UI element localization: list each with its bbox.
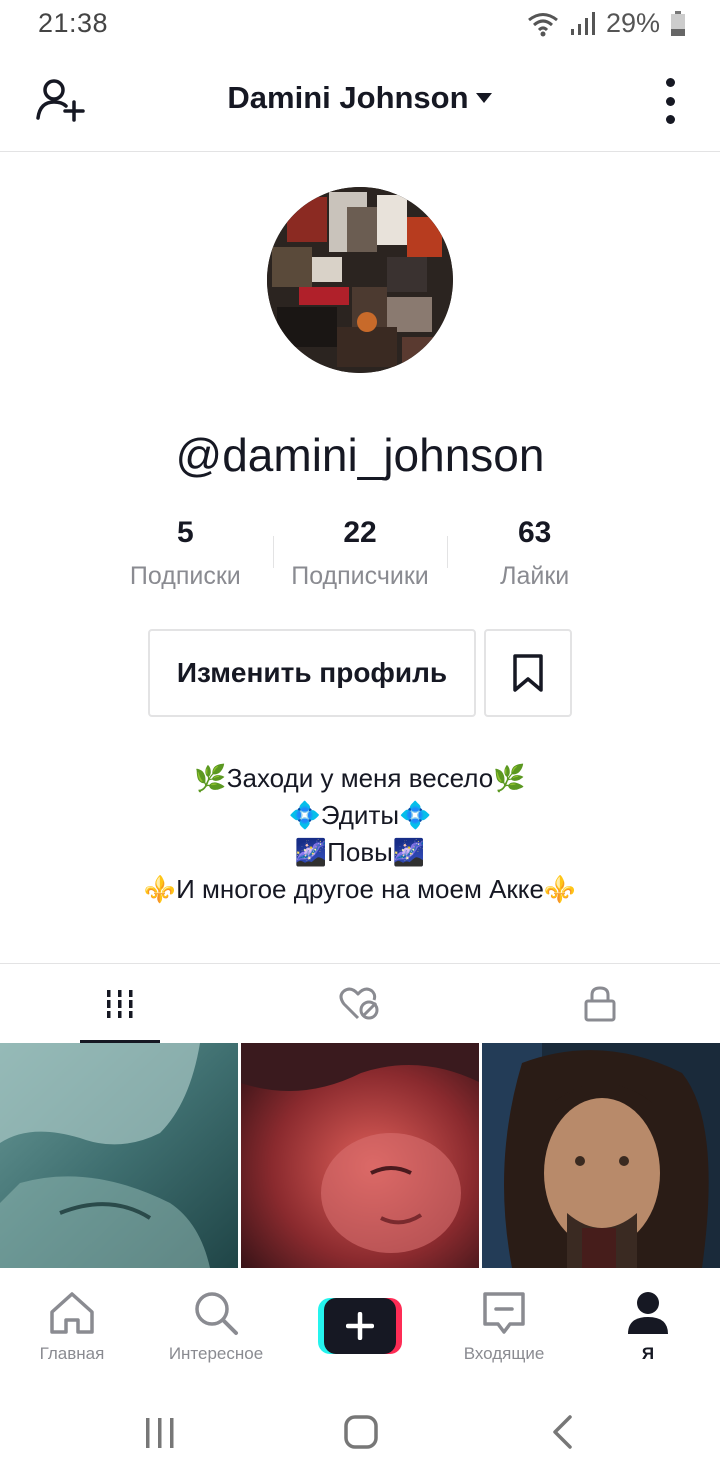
bookmark-icon [513,654,543,692]
recent-apps-icon[interactable] [144,1416,176,1450]
stat-following[interactable]: 5 Подписки [98,510,273,600]
followers-count: 22 [343,516,377,549]
bottom-nav: Главная Интересное Входящие Я [0,1268,720,1378]
bio-line: 🌿Заходи у меня весело🌿 [194,763,526,793]
home-icon [50,1292,94,1334]
following-label: Подписки [129,562,241,590]
profile-stats: 5 Подписки 22 Подписчики 63 Лайки [98,510,622,600]
battery-percent: 29% [605,8,660,38]
likes-count: 63 [517,516,552,549]
page-title: Damini Johnson [227,80,469,115]
account-switcher[interactable]: Damini Johnson [0,80,720,116]
signal-icon [570,11,595,35]
back-icon[interactable] [550,1414,574,1450]
bio: 🌿Заходи у меня весело🌿 💠Эдиты💠 🌌Повы🌌 ⚜️… [0,760,720,908]
stat-followers[interactable]: 22 Подписчики [272,510,448,600]
bookmarks-button[interactable] [484,629,572,717]
avatar[interactable] [267,187,453,373]
likes-label: Лайки [500,562,570,590]
liked-hidden-icon [339,987,379,1019]
nav-create[interactable] [288,1268,432,1378]
create-button[interactable] [318,1298,402,1354]
nav-home-label: Главная [39,1344,105,1363]
video-grid [0,1043,720,1268]
bio-line: ⚜️И многое другое на моем Акке⚜️ [143,874,577,904]
video-thumbnail[interactable] [0,1043,238,1268]
system-nav-bar [0,1378,720,1480]
tab-liked[interactable] [240,964,480,1043]
grid-icon [107,989,133,1018]
battery-icon [671,10,685,36]
profile-icon [628,1292,668,1334]
caret-down-icon [475,93,492,103]
home-button-icon[interactable] [343,1414,379,1450]
search-icon [195,1292,238,1335]
tab-videos[interactable] [0,964,240,1043]
nav-me-label: Я [641,1344,655,1363]
bio-line: 🌌Повы🌌 [294,837,426,867]
status-icons: 29% [526,8,686,39]
lock-icon [584,985,616,1021]
status-bar: 21:38 29% [0,0,720,50]
video-thumbnail[interactable] [482,1043,720,1268]
status-time: 21:38 [38,8,109,38]
nav-home[interactable]: Главная [0,1268,144,1378]
wifi-icon [528,12,558,36]
more-vertical-icon[interactable] [658,78,682,124]
content-tabs [0,963,720,1043]
followers-label: Подписчики [291,562,429,590]
nav-inbox[interactable]: Входящие [432,1268,576,1378]
following-count: 5 [176,516,194,549]
bio-line: 💠Эдиты💠 [288,800,432,830]
username: @damini_johnson [175,429,545,481]
edit-profile-button[interactable]: Изменить профиль [148,629,476,717]
profile-header: Damini Johnson [0,50,720,152]
video-thumbnail[interactable] [241,1043,479,1268]
nav-me[interactable]: Я [576,1268,720,1378]
nav-discover-label: Интересное [168,1344,264,1363]
inbox-icon [483,1292,525,1334]
plus-icon [346,1312,374,1340]
stat-likes[interactable]: 63 Лайки [447,510,622,600]
nav-discover[interactable]: Интересное [144,1268,288,1378]
tab-private[interactable] [480,964,720,1043]
nav-inbox-label: Входящие [463,1344,545,1363]
